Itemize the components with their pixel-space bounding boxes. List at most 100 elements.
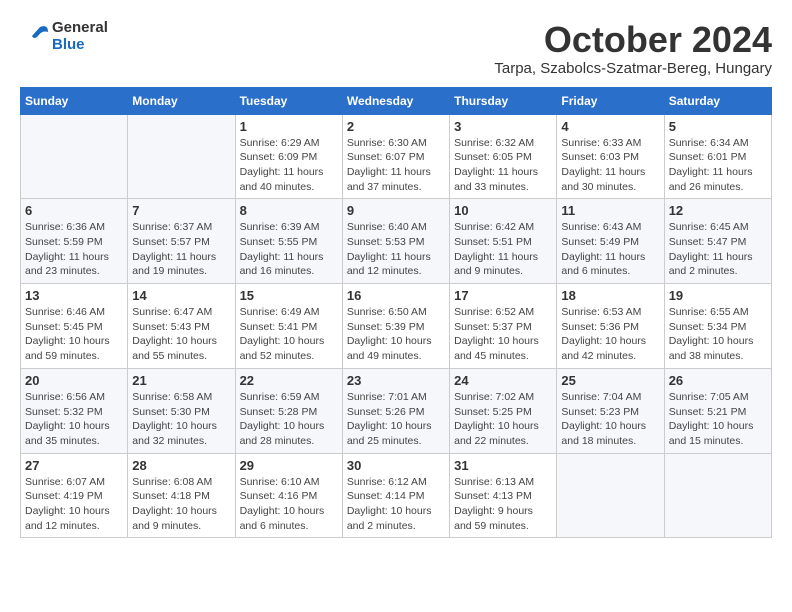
- day-number: 15: [240, 288, 338, 303]
- day-info: Sunrise: 7:04 AM Sunset: 5:23 PM Dayligh…: [561, 390, 659, 449]
- calendar-week-row: 1 Sunrise: 6:29 AM Sunset: 6:09 PM Daylig…: [21, 114, 772, 199]
- day-info: Sunrise: 6:36 AM Sunset: 5:59 PM Dayligh…: [25, 220, 123, 279]
- day-number: 1: [240, 119, 338, 134]
- day-of-week-header: Monday: [128, 87, 235, 114]
- day-number: 26: [669, 373, 767, 388]
- day-number: 17: [454, 288, 552, 303]
- calendar-cell: 10Sunrise: 6:42 AM Sunset: 5:51 PM Dayli…: [450, 199, 557, 284]
- day-number: 13: [25, 288, 123, 303]
- day-number: 4: [561, 119, 659, 134]
- day-info: Sunrise: 6:32 AM Sunset: 6:05 PM Dayligh…: [454, 136, 552, 195]
- day-info: Sunrise: 6:34 AM Sunset: 6:01 PM Dayligh…: [669, 136, 767, 195]
- day-number: 10: [454, 203, 552, 218]
- day-info: Sunrise: 6:43 AM Sunset: 5:49 PM Dayligh…: [561, 220, 659, 279]
- day-number: 5: [669, 119, 767, 134]
- calendar-table: SundayMondayTuesdayWednesdayThursdayFrid…: [20, 87, 772, 539]
- logo-bird-icon: [20, 22, 50, 52]
- calendar-cell: 21Sunrise: 6:58 AM Sunset: 5:30 PM Dayli…: [128, 368, 235, 453]
- day-number: 22: [240, 373, 338, 388]
- day-number: 30: [347, 458, 445, 473]
- day-number: 6: [25, 203, 123, 218]
- calendar-cell: 18 Sunrise: 6:53 AM Sunset: 5:36 PM Dayli…: [557, 284, 664, 369]
- day-number: 23: [347, 373, 445, 388]
- day-number: 24: [454, 373, 552, 388]
- day-number: 19: [669, 288, 767, 303]
- day-info: Sunrise: 6:39 AM Sunset: 5:55 PM Dayligh…: [240, 220, 338, 279]
- day-number: 18: [561, 288, 659, 303]
- calendar-cell: 31Sunrise: 6:13 AM Sunset: 4:13 PM Dayli…: [450, 453, 557, 538]
- day-info: Sunrise: 7:05 AM Sunset: 5:21 PM Dayligh…: [669, 390, 767, 449]
- day-info: Sunrise: 6:33 AM Sunset: 6:03 PM Dayligh…: [561, 136, 659, 195]
- calendar-cell: 20 Sunrise: 6:56 AM Sunset: 5:32 PM Dayli…: [21, 368, 128, 453]
- day-info: Sunrise: 6:29 AM Sunset: 6:09 PM Dayligh…: [240, 136, 338, 195]
- day-info: Sunrise: 6:10 AM Sunset: 4:16 PM Dayligh…: [240, 475, 338, 534]
- calendar-cell: [557, 453, 664, 538]
- logo: General Blue: [20, 20, 108, 53]
- day-of-week-header: Saturday: [664, 87, 771, 114]
- calendar-cell: [21, 114, 128, 199]
- calendar-cell: 15 Sunrise: 6:49 AM Sunset: 5:41 PM Dayli…: [235, 284, 342, 369]
- calendar-cell: 24 Sunrise: 7:02 AM Sunset: 5:25 PM Dayli…: [450, 368, 557, 453]
- calendar-cell: 28 Sunrise: 6:08 AM Sunset: 4:18 PM Dayli…: [128, 453, 235, 538]
- day-info: Sunrise: 6:08 AM Sunset: 4:18 PM Dayligh…: [132, 475, 230, 534]
- day-number: 7: [132, 203, 230, 218]
- day-of-week-header: Wednesday: [342, 87, 449, 114]
- calendar-cell: 2Sunrise: 6:30 AM Sunset: 6:07 PM Daylig…: [342, 114, 449, 199]
- calendar-cell: 1 Sunrise: 6:29 AM Sunset: 6:09 PM Daylig…: [235, 114, 342, 199]
- calendar-cell: 14 Sunrise: 6:47 AM Sunset: 5:43 PM Dayli…: [128, 284, 235, 369]
- month-title: October 2024: [494, 20, 772, 60]
- title-block: October 2024 Tarpa, Szabolcs-Szatmar-Ber…: [494, 20, 772, 77]
- calendar-cell: 7Sunrise: 6:37 AM Sunset: 5:57 PM Daylig…: [128, 199, 235, 284]
- calendar-cell: [128, 114, 235, 199]
- day-info: Sunrise: 6:55 AM Sunset: 5:34 PM Dayligh…: [669, 305, 767, 364]
- calendar-cell: 30Sunrise: 6:12 AM Sunset: 4:14 PM Dayli…: [342, 453, 449, 538]
- day-info: Sunrise: 6:52 AM Sunset: 5:37 PM Dayligh…: [454, 305, 552, 364]
- day-number: 25: [561, 373, 659, 388]
- day-info: Sunrise: 6:45 AM Sunset: 5:47 PM Dayligh…: [669, 220, 767, 279]
- calendar-cell: 12 Sunrise: 6:45 AM Sunset: 5:47 PM Dayli…: [664, 199, 771, 284]
- calendar-cell: 26 Sunrise: 7:05 AM Sunset: 5:21 PM Dayli…: [664, 368, 771, 453]
- day-info: Sunrise: 6:47 AM Sunset: 5:43 PM Dayligh…: [132, 305, 230, 364]
- day-of-week-header: Sunday: [21, 87, 128, 114]
- calendar-cell: 6 Sunrise: 6:36 AM Sunset: 5:59 PM Daylig…: [21, 199, 128, 284]
- day-number: 31: [454, 458, 552, 473]
- calendar-cell: 27Sunrise: 6:07 AM Sunset: 4:19 PM Dayli…: [21, 453, 128, 538]
- calendar-cell: 25 Sunrise: 7:04 AM Sunset: 5:23 PM Dayli…: [557, 368, 664, 453]
- calendar-cell: 8Sunrise: 6:39 AM Sunset: 5:55 PM Daylig…: [235, 199, 342, 284]
- day-info: Sunrise: 6:59 AM Sunset: 5:28 PM Dayligh…: [240, 390, 338, 449]
- day-number: 2: [347, 119, 445, 134]
- day-number: 12: [669, 203, 767, 218]
- day-info: Sunrise: 7:01 AM Sunset: 5:26 PM Dayligh…: [347, 390, 445, 449]
- calendar-cell: 3 Sunrise: 6:32 AM Sunset: 6:05 PM Daylig…: [450, 114, 557, 199]
- calendar-cell: 29Sunrise: 6:10 AM Sunset: 4:16 PM Dayli…: [235, 453, 342, 538]
- day-of-week-header: Friday: [557, 87, 664, 114]
- day-number: 3: [454, 119, 552, 134]
- calendar-cell: 16Sunrise: 6:50 AM Sunset: 5:39 PM Dayli…: [342, 284, 449, 369]
- calendar-week-row: 13 Sunrise: 6:46 AM Sunset: 5:45 PM Dayli…: [21, 284, 772, 369]
- calendar-cell: [664, 453, 771, 538]
- calendar-week-row: 20 Sunrise: 6:56 AM Sunset: 5:32 PM Dayli…: [21, 368, 772, 453]
- day-of-week-header: Tuesday: [235, 87, 342, 114]
- day-number: 27: [25, 458, 123, 473]
- page-header: General Blue October 2024 Tarpa, Szabolc…: [20, 20, 772, 77]
- calendar-cell: 13 Sunrise: 6:46 AM Sunset: 5:45 PM Dayli…: [21, 284, 128, 369]
- calendar-cell: 17 Sunrise: 6:52 AM Sunset: 5:37 PM Dayli…: [450, 284, 557, 369]
- day-number: 14: [132, 288, 230, 303]
- calendar-cell: 4 Sunrise: 6:33 AM Sunset: 6:03 PM Daylig…: [557, 114, 664, 199]
- day-info: Sunrise: 6:49 AM Sunset: 5:41 PM Dayligh…: [240, 305, 338, 364]
- day-info: Sunrise: 7:02 AM Sunset: 5:25 PM Dayligh…: [454, 390, 552, 449]
- logo-general: General: [52, 20, 108, 37]
- day-info: Sunrise: 6:53 AM Sunset: 5:36 PM Dayligh…: [561, 305, 659, 364]
- day-of-week-header: Thursday: [450, 87, 557, 114]
- day-info: Sunrise: 6:40 AM Sunset: 5:53 PM Dayligh…: [347, 220, 445, 279]
- calendar-cell: 23 Sunrise: 7:01 AM Sunset: 5:26 PM Dayli…: [342, 368, 449, 453]
- logo-blue: Blue: [52, 37, 108, 54]
- day-number: 9: [347, 203, 445, 218]
- day-number: 20: [25, 373, 123, 388]
- day-info: Sunrise: 6:56 AM Sunset: 5:32 PM Dayligh…: [25, 390, 123, 449]
- calendar-header-row: SundayMondayTuesdayWednesdayThursdayFrid…: [21, 87, 772, 114]
- calendar-cell: 5 Sunrise: 6:34 AM Sunset: 6:01 PM Daylig…: [664, 114, 771, 199]
- calendar-cell: 9 Sunrise: 6:40 AM Sunset: 5:53 PM Daylig…: [342, 199, 449, 284]
- day-number: 28: [132, 458, 230, 473]
- day-info: Sunrise: 6:46 AM Sunset: 5:45 PM Dayligh…: [25, 305, 123, 364]
